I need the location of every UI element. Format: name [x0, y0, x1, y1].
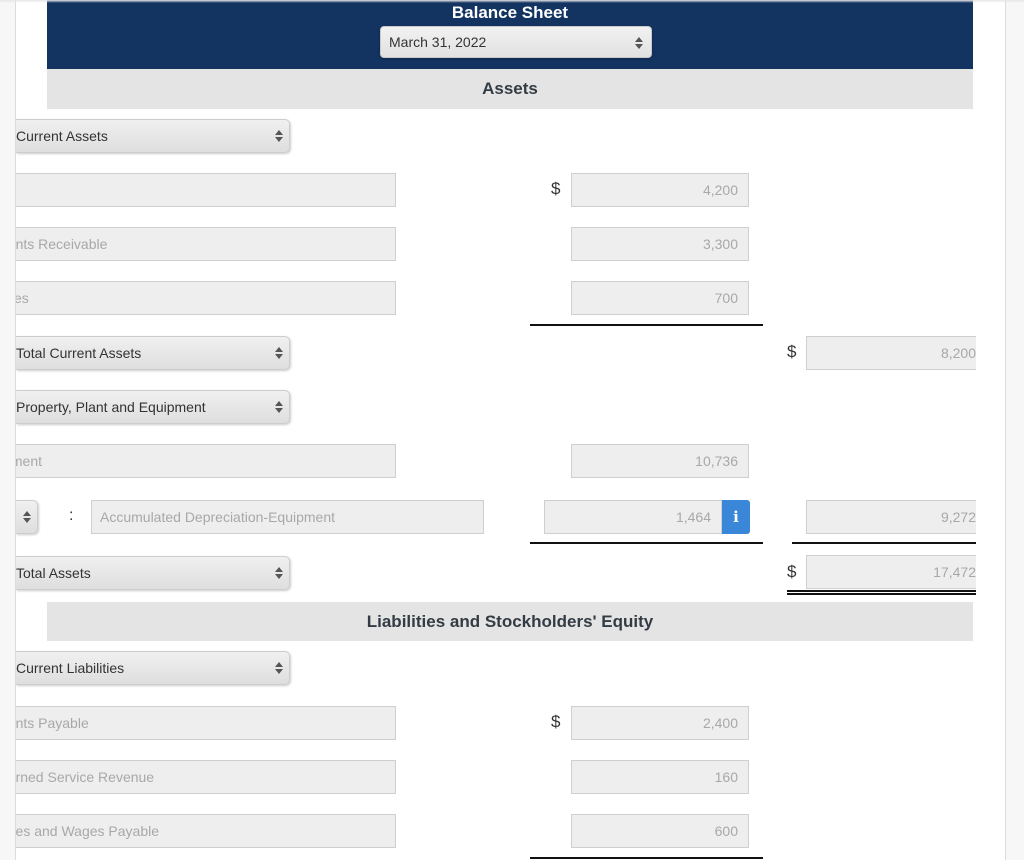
date-select[interactable]: March 31, 2022 [380, 26, 652, 58]
net-ppe-amount-input[interactable]: 9,272 [806, 500, 976, 534]
liabilities-title: Liabilities and Stockholders' Equity [366, 612, 654, 631]
unearned-revenue-name-input[interactable]: earned Service Revenue [16, 760, 396, 794]
cash-amount-input[interactable]: 4,200 [571, 173, 749, 207]
input-value: 2,400 [702, 715, 738, 731]
subtotal-rule [530, 542, 763, 544]
select-value: Current Assets [16, 128, 229, 144]
supplies-amount-input[interactable]: 700 [571, 281, 749, 315]
select-arrows-icon [275, 401, 283, 413]
total-double-rule [787, 590, 976, 595]
input-value: 3,300 [702, 236, 738, 252]
input-value: plies [16, 290, 29, 306]
accumulated-depreciation-amount-input[interactable]: 1,464 [544, 500, 722, 534]
select-arrows-icon [23, 511, 31, 523]
current-assets-select[interactable]: Current Assets [16, 119, 290, 153]
select-value: Total Assets [16, 565, 229, 581]
cash-name-input[interactable]: h [16, 173, 396, 207]
select-value-text: Total Current Assets [16, 345, 142, 361]
current-liabilities-select[interactable]: Current Liabilities [16, 651, 290, 685]
input-value: aries and Wages Payable [16, 823, 160, 839]
currency-symbol: $ [551, 712, 561, 731]
input-value: 17,472 [933, 564, 976, 580]
unearned-revenue-amount-input[interactable]: 160 [571, 760, 749, 794]
input-value: earned Service Revenue [16, 769, 155, 785]
select-value: Property, Plant and Equipment [16, 399, 229, 415]
input-value: 700 [714, 290, 738, 306]
page-title: Balance Sheet [451, 3, 569, 22]
input-value: Accumulated Depreciation-Equipment [100, 509, 336, 525]
total-current-assets-select[interactable]: Total Current Assets [16, 336, 290, 370]
accumulated-depreciation-name-input[interactable]: Accumulated Depreciation-Equipment [91, 500, 484, 534]
input-value: 160 [714, 769, 738, 785]
select-arrows-icon [635, 37, 643, 49]
select-arrows-icon [275, 130, 283, 142]
input-value: 1,464 [675, 509, 711, 525]
accounts-receivable-name-input[interactable]: ounts Receivable [16, 227, 396, 261]
select-arrows-icon [275, 662, 283, 674]
select-value: Total Current Assets [16, 345, 229, 361]
colon-separator: : [69, 507, 74, 524]
input-value: 4,200 [702, 182, 738, 198]
salaries-payable-name-input[interactable]: aries and Wages Payable [16, 814, 396, 848]
top-edge-shadow [0, 0, 1024, 3]
input-value: 8,200 [940, 345, 976, 361]
assets-section-header: Assets [47, 69, 973, 109]
page-right-margin [1005, 0, 1024, 860]
total-current-assets-amount-input[interactable]: 8,200 [806, 336, 976, 370]
info-button[interactable]: i [722, 500, 750, 534]
subtotal-rule [792, 542, 976, 544]
equipment-name-input[interactable]: ipment [16, 444, 396, 478]
balance-sheet-panel: Balance Sheet March 31, 2022 Assets Curr… [16, 0, 1005, 860]
subtotal-rule [530, 857, 763, 859]
select-value: Current Liabilities [16, 660, 229, 676]
select-value-text: Current Liabilities [16, 660, 125, 676]
balance-sheet-header: Balance Sheet March 31, 2022 [47, 0, 973, 69]
currency-symbol: $ [787, 342, 797, 361]
supplies-name-input[interactable]: plies [16, 281, 396, 315]
currency-symbol: $ [551, 179, 561, 198]
total-assets-select[interactable]: Total Assets [16, 556, 290, 590]
accounts-payable-name-input[interactable]: ounts Payable [16, 706, 396, 740]
liabilities-section-header: Liabilities and Stockholders' Equity [47, 602, 973, 641]
less-operator-select[interactable] [16, 500, 38, 534]
equipment-amount-input[interactable]: 10,736 [571, 444, 749, 478]
select-value-text: Current Assets [16, 128, 108, 144]
ppe-select[interactable]: Property, Plant and Equipment [16, 390, 290, 424]
select-arrows-icon [275, 347, 283, 359]
select-arrows-icon [275, 567, 283, 579]
page-left-margin [0, 0, 16, 860]
accounts-payable-amount-input[interactable]: 2,400 [571, 706, 749, 740]
subtotal-rule [530, 324, 763, 326]
input-value: ounts Receivable [16, 236, 108, 252]
total-assets-amount-input[interactable]: 17,472 [806, 555, 976, 589]
date-select-value: March 31, 2022 [389, 34, 487, 50]
input-value: 10,736 [695, 453, 738, 469]
select-value-text: Property, Plant and Equipment [16, 399, 206, 415]
select-value-text: Total Assets [16, 565, 91, 581]
input-value: 600 [714, 823, 738, 839]
currency-symbol: $ [787, 562, 797, 581]
accounts-receivable-amount-input[interactable]: 3,300 [571, 227, 749, 261]
assets-title: Assets [482, 79, 538, 98]
salaries-payable-amount-input[interactable]: 600 [571, 814, 749, 848]
input-value: ipment [16, 453, 43, 469]
input-value: 9,272 [940, 509, 976, 525]
input-value: ounts Payable [16, 715, 89, 731]
